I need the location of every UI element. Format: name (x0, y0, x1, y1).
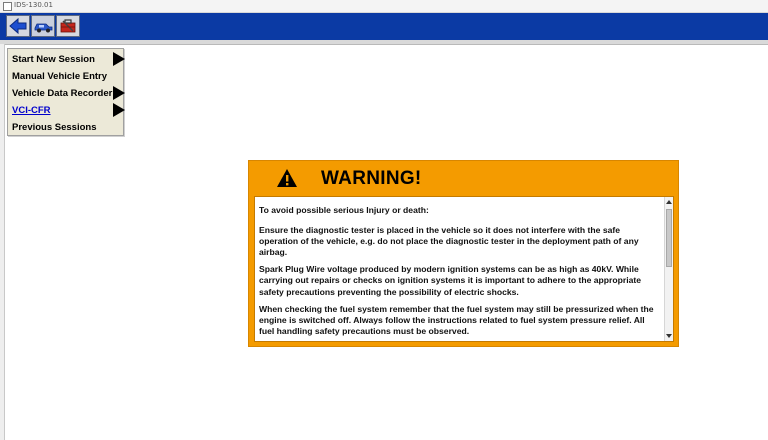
menu-item-vci-cfr[interactable]: VCI-CFR (8, 102, 125, 119)
submenu-arrow-icon (113, 86, 125, 100)
vehicle-button[interactable] (31, 15, 55, 37)
scrollbar-thumb[interactable] (666, 209, 672, 267)
window-title: IDS-130.01 (14, 1, 53, 9)
warning-intro: To avoid possible serious Injury or deat… (259, 205, 429, 215)
menu-item-manual-vehicle-entry[interactable]: Manual Vehicle Entry (8, 68, 125, 85)
menu-item-vehicle-data-recorder[interactable]: Vehicle Data Recorder (8, 85, 125, 102)
window-titlebar: IDS-130.01 (0, 0, 768, 13)
scroll-down-icon[interactable] (666, 334, 672, 338)
toolbox-button[interactable] (56, 15, 80, 37)
menu-item-label: Previous Sessions (12, 122, 97, 133)
warning-triangle-icon (277, 169, 297, 187)
warning-text: To avoid possible serious Injury or deat… (259, 205, 659, 341)
menu-item-label: Start New Session (12, 54, 95, 65)
menu-item-label: Vehicle Data Recorder (12, 88, 113, 99)
left-edge (0, 44, 5, 440)
submenu-arrow-icon (113, 52, 125, 66)
warning-paragraph: Spark Plug Wire voltage produced by mode… (259, 264, 642, 297)
warning-header: WARNING! (249, 161, 678, 195)
warning-title: WARNING! (321, 168, 422, 189)
warning-scrollbar[interactable] (664, 197, 673, 341)
scroll-up-icon[interactable] (666, 200, 672, 204)
warning-dialog: WARNING! To avoid possible serious Injur… (248, 160, 679, 347)
app-icon (3, 2, 12, 11)
warning-paragraph: When checking the fuel system remember t… (259, 303, 654, 336)
toolbar-divider (0, 40, 768, 45)
vehicle-icon (34, 23, 53, 33)
menu-item-start-new-session[interactable]: Start New Session (8, 51, 125, 68)
back-button[interactable] (6, 15, 30, 37)
warning-message-box[interactable]: To avoid possible serious Injury or deat… (254, 196, 674, 342)
warning-paragraph: Ensure the diagnostic tester is placed i… (259, 225, 639, 258)
main-toolbar (0, 13, 768, 40)
menu-item-label: Manual Vehicle Entry (12, 71, 108, 82)
back-arrow-icon (9, 17, 27, 35)
menu-item-previous-sessions[interactable]: Previous Sessions (8, 119, 125, 136)
submenu-arrow-icon (113, 103, 125, 117)
session-menu: Start New Session Manual Vehicle Entry V… (7, 48, 125, 136)
toolbox-icon (60, 19, 76, 33)
menu-item-label: VCI-CFR (12, 105, 51, 116)
